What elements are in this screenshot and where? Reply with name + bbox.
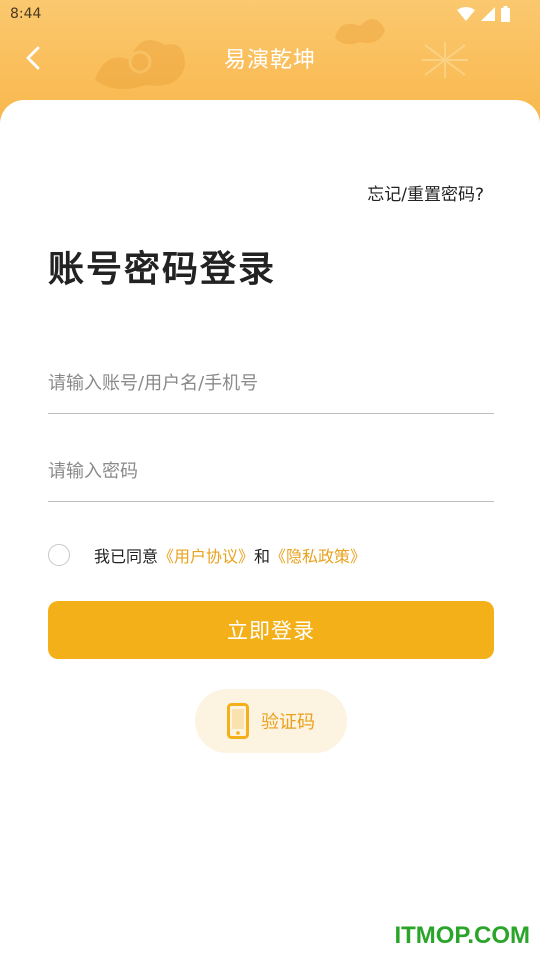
- login-button[interactable]: 立即登录: [48, 601, 494, 659]
- login-card: [0, 100, 540, 960]
- user-agreement-link[interactable]: 《用户协议》: [158, 543, 254, 567]
- agreement-and: 和: [254, 547, 271, 566]
- watermark-text: ITMOP.COM: [394, 922, 530, 949]
- agreement-row: 我已同意 《用户协议》 和 《隐私政策》: [48, 542, 366, 568]
- status-bar: 8:44: [0, 0, 540, 30]
- agreement-prefix: 我已同意: [94, 547, 159, 566]
- phone-icon: [227, 703, 249, 739]
- nav-bar: 易演乾坤: [0, 30, 540, 86]
- privacy-policy-link[interactable]: 《隐私政策》: [270, 543, 366, 567]
- forgot-password-link[interactable]: 忘记/重置密码?: [367, 180, 484, 205]
- password-field: [48, 451, 494, 502]
- password-input[interactable]: [48, 451, 494, 491]
- status-icons: [457, 6, 510, 22]
- page-header-title: 易演乾坤: [223, 48, 316, 73]
- page-title: 账号密码登录: [48, 249, 277, 290]
- sms-login-button[interactable]: 验证码: [195, 689, 347, 753]
- sms-login-label: 验证码: [261, 712, 315, 733]
- account-input[interactable]: [48, 363, 494, 403]
- wifi-icon: [457, 7, 475, 21]
- signal-icon: [481, 7, 495, 21]
- status-time: 8:44: [10, 6, 42, 22]
- agreement-checkbox[interactable]: [48, 544, 70, 566]
- account-field: [48, 363, 494, 414]
- battery-icon: [501, 6, 510, 22]
